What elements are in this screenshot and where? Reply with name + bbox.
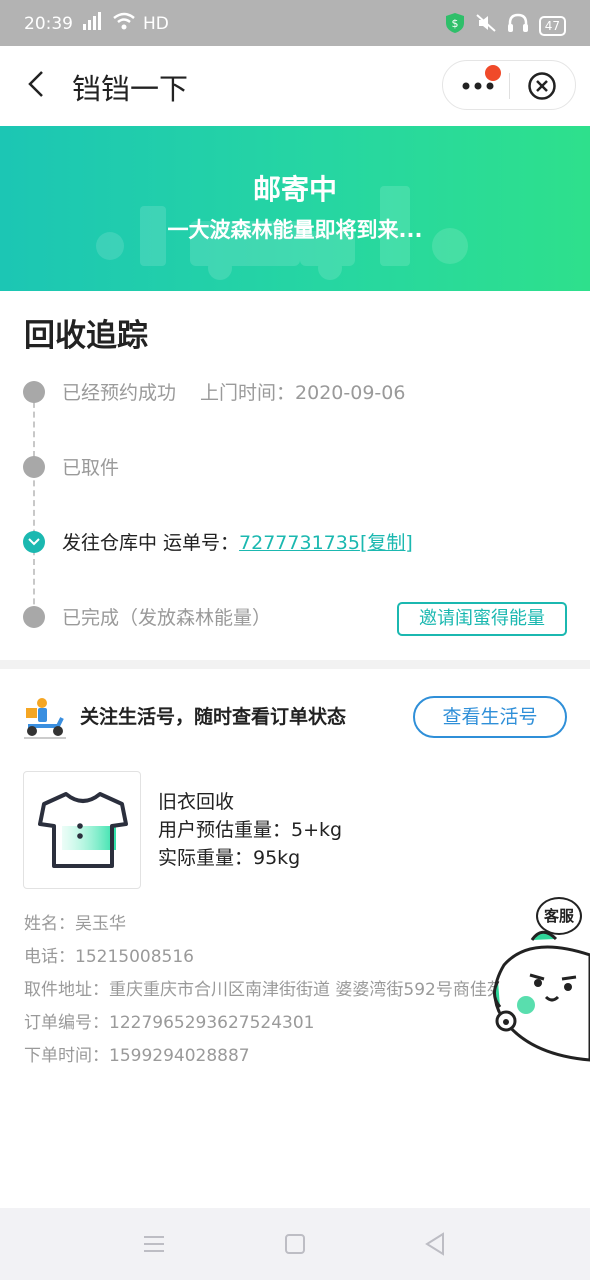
order-number: 订单编号：1227965293627524301 bbox=[24, 1013, 315, 1033]
notification-dot bbox=[485, 65, 501, 81]
headphones-icon bbox=[507, 13, 529, 38]
tracking-timeline: 已经预约成功 上门时间：2020-09-06 已取件 发往仓库中 运单号：7277… bbox=[0, 360, 590, 640]
timeline-dot bbox=[23, 456, 45, 478]
page-title: 铛铛一下 bbox=[72, 72, 189, 106]
customer-service-button[interactable]: 客服 bbox=[490, 895, 590, 1070]
battery-icon: 47 bbox=[538, 15, 566, 36]
svg-text:$: $ bbox=[451, 17, 458, 30]
timeline-step-picked: 已取件 bbox=[62, 457, 120, 479]
chevron-down-icon bbox=[28, 538, 40, 546]
step-label: 发往仓库中 运单号： bbox=[62, 532, 240, 554]
product-image bbox=[23, 771, 141, 889]
banner-title: 邮寄中 bbox=[252, 173, 337, 206]
copy-link[interactable]: [复制] bbox=[360, 532, 413, 554]
view-life-account-button[interactable]: 查看生活号 bbox=[413, 696, 567, 738]
close-icon bbox=[528, 72, 556, 100]
product-info: 旧衣回收 用户预估重量：5+kg 实际重量：95kg bbox=[158, 788, 342, 872]
actual-weight: 实际重量：95kg bbox=[158, 847, 301, 869]
status-bar: 20:39 HD $ 47 bbox=[0, 0, 590, 46]
menu-button[interactable] bbox=[140, 1230, 168, 1258]
back-button[interactable] bbox=[18, 64, 58, 104]
signal-icon bbox=[81, 12, 105, 35]
triangle-back-icon bbox=[425, 1232, 444, 1256]
product-name: 旧衣回收 bbox=[158, 791, 235, 813]
invite-friend-button[interactable]: 邀请闺蜜得能量 bbox=[397, 602, 567, 636]
order-time: 下单时间：1599294028887 bbox=[24, 1046, 250, 1066]
status-banner: 邮寄中 一大波森林能量即将到来... bbox=[0, 126, 590, 291]
shield-icon: $ bbox=[445, 12, 465, 39]
home-icon bbox=[285, 1234, 305, 1254]
timeline-step-shipping: 发往仓库中 运单号：7277731735[复制] bbox=[62, 528, 413, 555]
capsule-divider bbox=[509, 73, 510, 99]
menu-icon bbox=[144, 1236, 164, 1252]
visit-time: 上门时间：2020-09-06 bbox=[200, 382, 406, 404]
follow-life-account: 关注生活号，随时查看订单状态 查看生活号 bbox=[0, 690, 590, 746]
system-nav-bar bbox=[0, 1208, 590, 1280]
customer-name: 姓名：吴玉华 bbox=[24, 914, 126, 934]
tracking-number-link[interactable]: 7277731735 bbox=[239, 532, 360, 554]
nav-bar: 铛铛一下 bbox=[0, 46, 590, 126]
clock: 20:39 bbox=[24, 13, 73, 34]
section-divider bbox=[0, 660, 590, 669]
estimated-weight: 用户预估重量：5+kg bbox=[158, 819, 343, 841]
delivery-truck-illustration bbox=[96, 186, 468, 280]
tracking-title: 回收追踪 bbox=[24, 318, 148, 354]
pickup-address: 取件地址：重庆重庆市合川区南津街街道 婆婆湾街592号商佳苑 bbox=[24, 980, 504, 1000]
wifi-icon bbox=[113, 12, 135, 35]
timeline-dot bbox=[23, 606, 45, 628]
chevron-left-icon bbox=[28, 71, 43, 97]
order-details: 姓名：吴玉华 电话：15215008516 取件地址：重庆重庆市合川区南津街街道… bbox=[24, 912, 504, 1077]
mini-program-capsule bbox=[442, 60, 576, 110]
timeline-step-booked: 已经预约成功 上门时间：2020-09-06 bbox=[62, 378, 405, 405]
delivery-scooter-icon bbox=[22, 694, 68, 740]
mute-icon bbox=[475, 13, 497, 38]
hd-label: HD bbox=[143, 13, 169, 34]
timeline-step-completed: 已完成（发放森林能量） bbox=[62, 607, 272, 629]
timeline-line bbox=[33, 392, 35, 624]
banner-subtitle: 一大波森林能量即将到来... bbox=[167, 218, 423, 242]
close-button[interactable] bbox=[527, 71, 557, 101]
customer-service-label: 客服 bbox=[536, 897, 582, 935]
step-label: 已经预约成功 bbox=[62, 382, 177, 404]
tshirt-icon bbox=[38, 792, 128, 868]
timeline-dot bbox=[23, 381, 45, 403]
customer-phone: 电话：15215008516 bbox=[24, 947, 194, 967]
system-back-button[interactable] bbox=[421, 1230, 449, 1258]
follow-text: 关注生活号，随时查看订单状态 bbox=[80, 706, 347, 728]
timeline-dot-active bbox=[23, 531, 45, 553]
home-button[interactable] bbox=[281, 1230, 309, 1258]
